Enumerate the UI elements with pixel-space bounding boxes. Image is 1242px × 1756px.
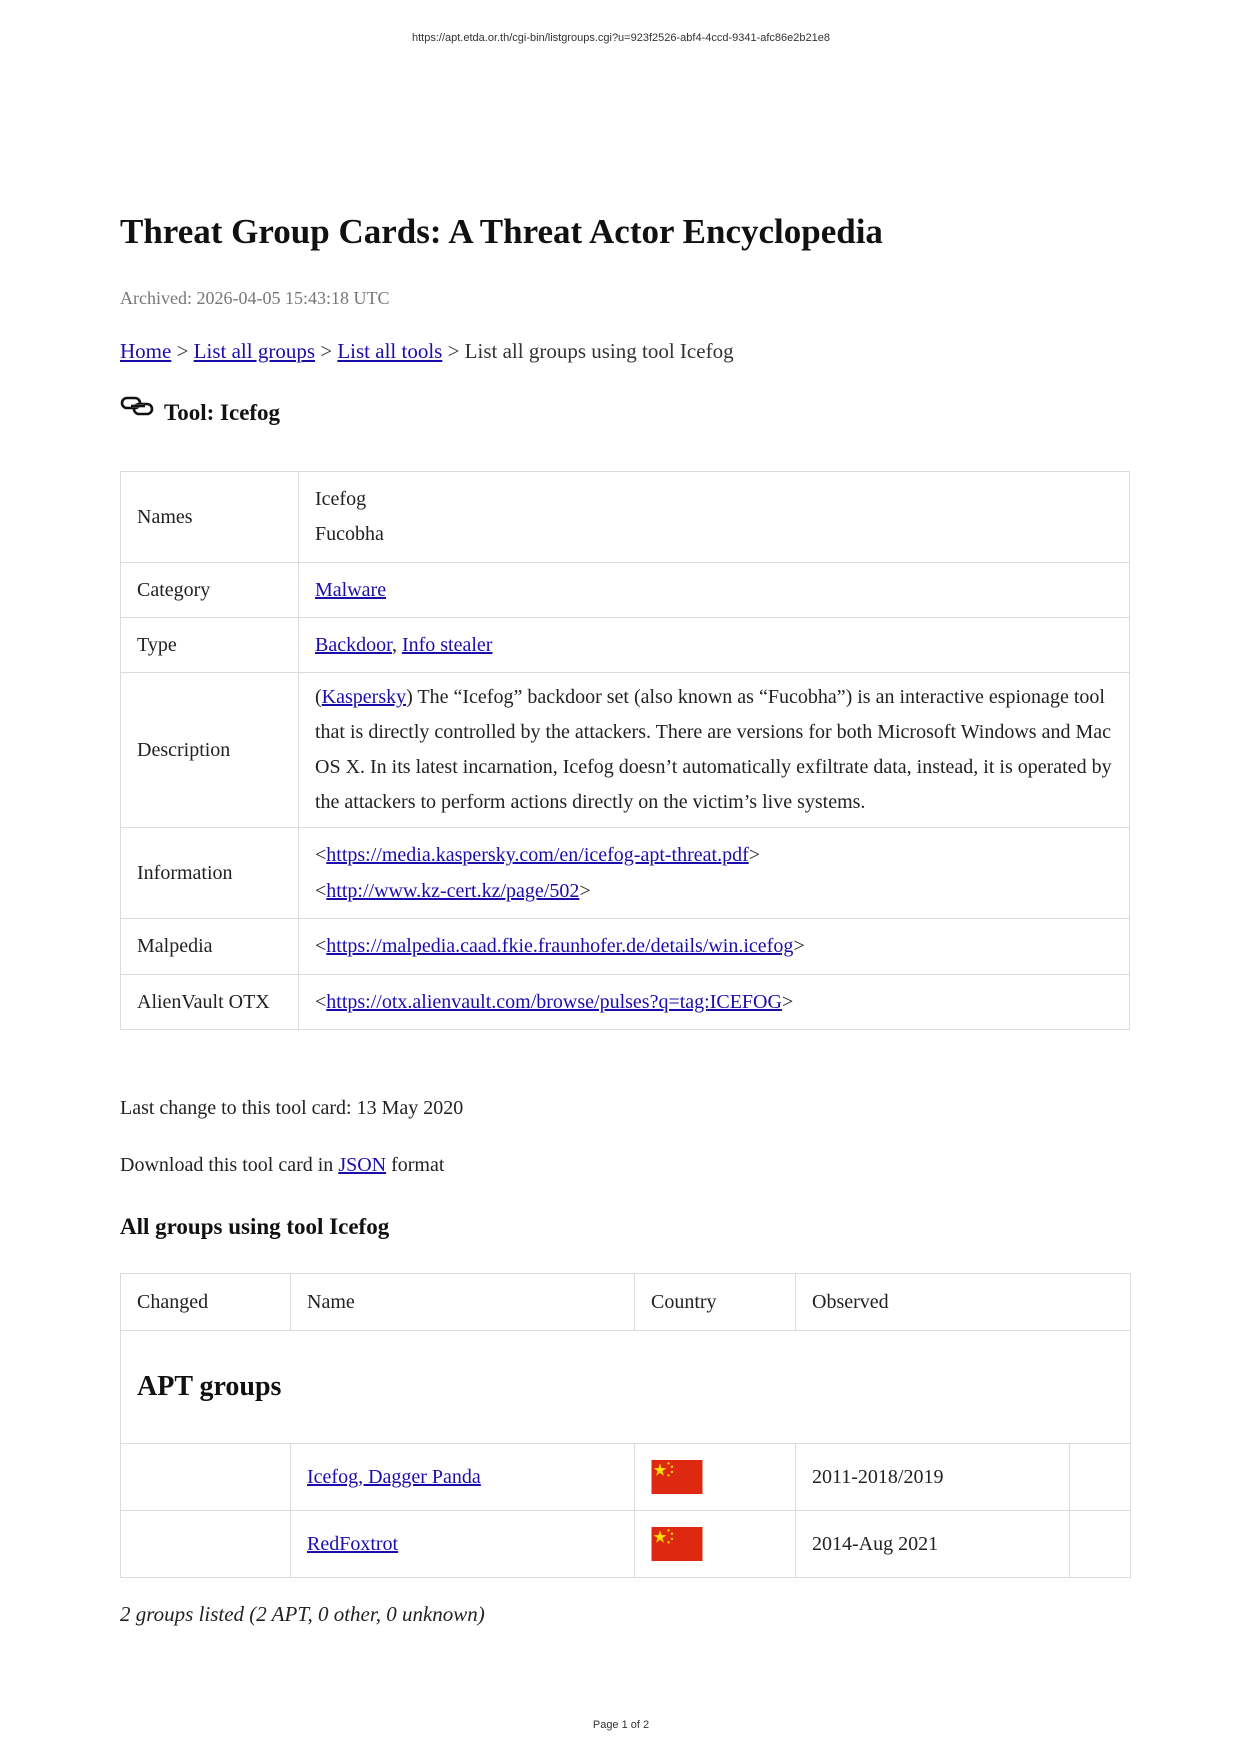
category-label: Category [120, 562, 299, 618]
download-prefix: Download this tool card in [120, 1154, 339, 1176]
tool-name: Icefog [315, 488, 367, 510]
alienvault-value: <https://otx.alienvault.com/browse/pulse… [298, 974, 1130, 1030]
tool-info-table: Names Icefog Fucobha Category Malware Ty… [120, 471, 1130, 1030]
group-link-icefog[interactable]: Icefog, Dagger Panda [307, 1466, 481, 1488]
angle-close: > [748, 844, 761, 866]
empty-cell [1068, 1443, 1132, 1511]
angle-open: < [315, 880, 327, 902]
information-link-line: <https://media.kaspersky.com/en/icefog-a… [315, 837, 1113, 873]
alienvault-row: AlienVault OTX <https://otx.alienvault.c… [120, 974, 1130, 1030]
kaspersky-pdf-link[interactable]: https://media.kaspersky.com/en/icefog-ap… [326, 844, 748, 866]
flag-china-icon [651, 1460, 703, 1494]
information-row: Information <https://media.kaspersky.com… [120, 827, 1130, 919]
json-download-link[interactable]: JSON [338, 1154, 386, 1176]
angle-open: < [315, 844, 327, 866]
page-url: https://apt.etda.or.th/cgi-bin/listgroup… [412, 32, 830, 44]
information-label: Information [120, 827, 299, 919]
angle-open: < [315, 935, 327, 957]
column-header-country: Country [634, 1273, 796, 1331]
group-name-cell: RedFoxtrot [290, 1510, 635, 1578]
observed-cell: 2011-2018/2019 [795, 1443, 1070, 1511]
page-number: Page 1 of 2 [592, 1719, 650, 1731]
changed-cell [120, 1443, 291, 1511]
breadcrumb-home-link[interactable]: Home [120, 339, 171, 363]
table-row: Icefog, Dagger Panda 2011-2018/2019 [120, 1443, 1132, 1511]
tool-heading: Tool: Icefog [120, 396, 281, 426]
type-label: Type [120, 617, 299, 673]
type-value: Backdoor, Info stealer [298, 617, 1130, 673]
alienvault-link[interactable]: https://otx.alienvault.com/browse/pulses… [326, 991, 782, 1013]
groups-table: Changed Name Country Observed APT groups… [119, 1273, 1132, 1578]
type-separator: , [391, 633, 402, 656]
groups-summary: 2 groups listed (2 APT, 0 other, 0 unkno… [120, 1602, 485, 1626]
groups-heading: All groups using tool Icefog [120, 1214, 390, 1239]
description-text: ) The “Icefog” backdoor set (also known … [315, 686, 1112, 813]
breadcrumb-list-groups-link[interactable]: List all groups [194, 339, 315, 363]
breadcrumb-separator: > [315, 339, 338, 363]
angle-close: > [793, 935, 805, 957]
breadcrumb-separator: > [171, 339, 194, 363]
names-label: Names [120, 471, 299, 563]
malpedia-row: Malpedia <https://malpedia.caad.fkie.fra… [120, 918, 1130, 975]
empty-cell [1068, 1510, 1132, 1578]
breadcrumb: Home > List all groups > List all tools … [120, 339, 734, 364]
type-row: Type Backdoor, Info stealer [120, 617, 1130, 673]
description-value: (Kaspersky) The “Icefog” backdoor set (a… [298, 672, 1130, 828]
section-row: APT groups [119, 1330, 1132, 1444]
apt-groups-section-title: APT groups [119, 1330, 1132, 1444]
last-change-text: Last change to this tool card: 13 May 20… [120, 1097, 464, 1119]
information-link-line: <http://www.kz-cert.kz/page/502> [315, 873, 1113, 909]
description-label: Description [120, 672, 299, 828]
country-cell [634, 1510, 796, 1578]
category-value: Malware [298, 562, 1130, 618]
download-text: Download this tool card in JSON format [120, 1154, 444, 1177]
groups-header-row: Changed Name Country Observed [120, 1273, 1132, 1331]
alienvault-label: AlienVault OTX [120, 974, 299, 1030]
observed-cell: 2014-Aug 2021 [795, 1510, 1070, 1578]
description-source-link[interactable]: Kaspersky [322, 686, 406, 708]
angle-close: > [579, 880, 591, 902]
country-cell [634, 1443, 796, 1511]
category-row: Category Malware [120, 562, 1130, 618]
table-row: RedFoxtrot 2014-Aug 2021 [120, 1510, 1132, 1578]
group-name-cell: Icefog, Dagger Panda [290, 1443, 635, 1511]
malpedia-value: <https://malpedia.caad.fkie.fraunhofer.d… [298, 918, 1130, 975]
names-value: Icefog Fucobha [298, 471, 1130, 563]
names-row: Names Icefog Fucobha [120, 471, 1130, 563]
group-link-redfoxtrot[interactable]: RedFoxtrot [307, 1533, 398, 1555]
site-title: Threat Group Cards: A Threat Actor Encyc… [120, 212, 883, 251]
angle-close: > [781, 990, 794, 1013]
type-backdoor-link[interactable]: Backdoor [315, 634, 392, 656]
column-header-changed: Changed [120, 1273, 291, 1331]
breadcrumb-list-tools-link[interactable]: List all tools [337, 339, 442, 363]
description-row: Description (Kaspersky) The “Icefog” bac… [120, 672, 1130, 828]
category-malware-link[interactable]: Malware [315, 579, 386, 601]
breadcrumb-current: > List all groups using tool Icefog [442, 339, 734, 363]
column-header-name: Name [290, 1273, 635, 1331]
description-paren: ( [315, 686, 322, 708]
information-value: <https://media.kaspersky.com/en/icefog-a… [298, 827, 1130, 919]
tool-alias: Fucobha [315, 523, 384, 545]
flag-china-icon [651, 1527, 703, 1561]
column-header-observed: Observed [794, 1273, 1132, 1331]
kz-cert-link[interactable]: http://www.kz-cert.kz/page/502 [326, 880, 579, 902]
malpedia-link[interactable]: https://malpedia.caad.fkie.fraunhofer.de… [326, 935, 793, 957]
download-suffix: format [386, 1154, 445, 1176]
link-icon [120, 396, 154, 416]
type-info-stealer-link[interactable]: Info stealer [402, 634, 493, 656]
tool-title: Tool: Icefog [164, 400, 281, 425]
malpedia-label: Malpedia [120, 918, 299, 975]
changed-cell [120, 1510, 291, 1578]
archived-timestamp: Archived: 2026-04-05 15:43:18 UTC [120, 288, 390, 308]
angle-open: < [315, 990, 327, 1013]
